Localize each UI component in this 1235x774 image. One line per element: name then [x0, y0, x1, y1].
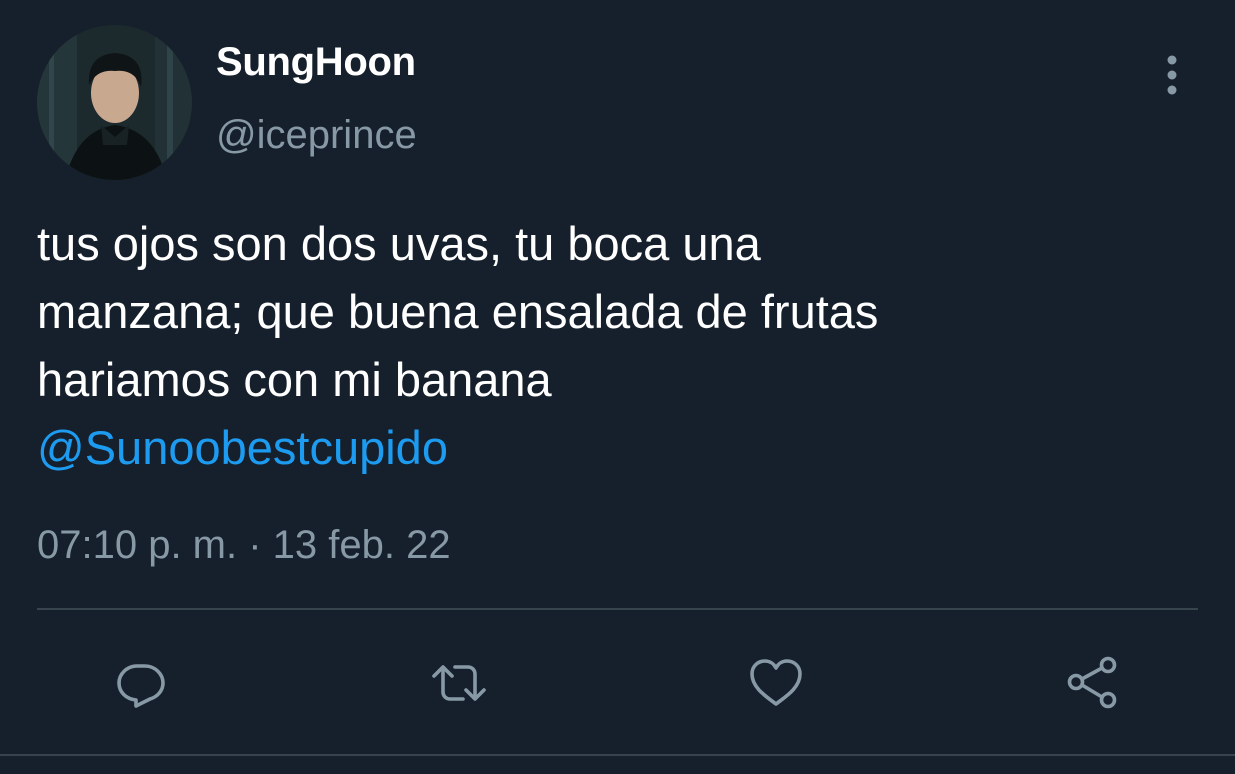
reply-button[interactable]: [110, 652, 172, 714]
share-button[interactable]: [1063, 652, 1125, 714]
tweet-card: SungHoon @iceprince tus ojos son dos uva…: [0, 0, 1235, 774]
like-button[interactable]: [745, 652, 807, 714]
retweet-icon: [432, 665, 486, 701]
avatar-image: [37, 25, 192, 180]
avatar[interactable]: [37, 25, 192, 180]
share-icon: [1067, 656, 1117, 709]
heart-icon: [750, 659, 802, 706]
more-vertical-icon: [1167, 55, 1177, 95]
mention-link[interactable]: @Sunoobestcupido: [37, 414, 448, 482]
more-options-button[interactable]: [1152, 52, 1192, 98]
display-name[interactable]: SungHoon: [216, 40, 416, 85]
retweet-button[interactable]: [428, 652, 490, 714]
tweet-text: tus ojos son dos uvas, tu boca una manza…: [37, 217, 879, 406]
divider: [37, 608, 1198, 610]
reply-icon: [117, 664, 165, 708]
divider: [0, 754, 1235, 756]
tweet-timestamp[interactable]: 07:10 p. m. · 13 feb. 22: [37, 523, 451, 568]
user-handle[interactable]: @iceprince: [216, 113, 417, 158]
